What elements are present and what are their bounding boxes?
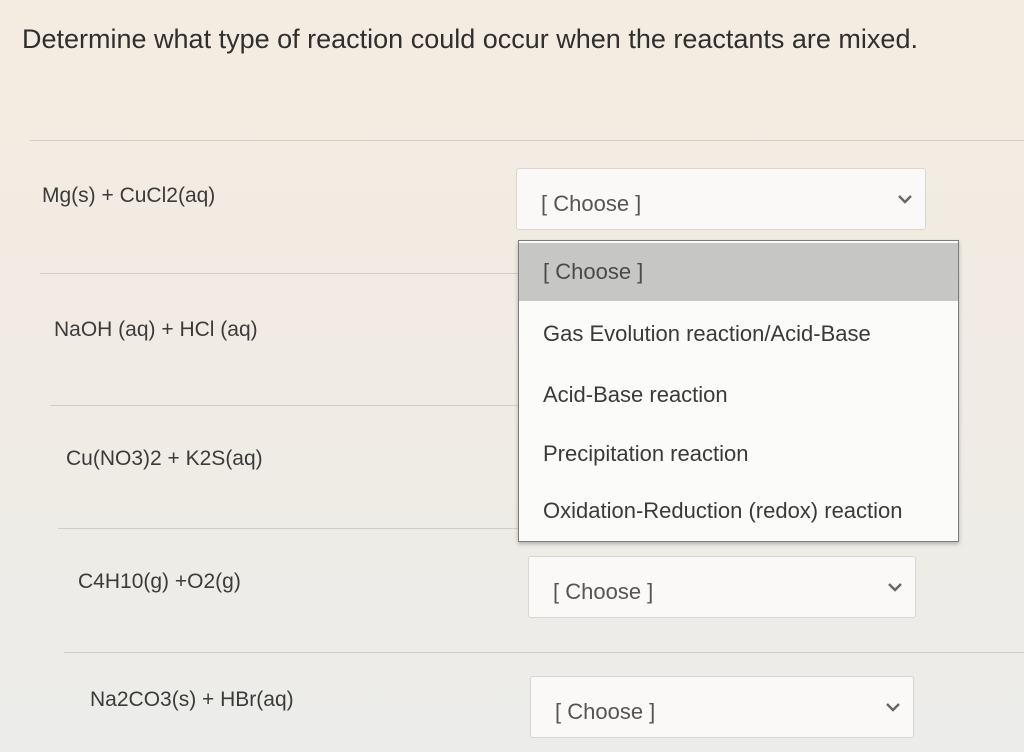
reaction-type-select-4[interactable]: [ Choose ] — [528, 556, 916, 618]
select-value: [ Choose ] — [555, 699, 656, 724]
reactants-label: NaOH (aq) + HCl (aq) — [54, 318, 258, 341]
chevron-down-icon — [898, 195, 912, 204]
reactants-label: Mg(s) + CuCl2(aq) — [42, 184, 216, 207]
reactants-label: C4H10(g) +O2(g) — [78, 570, 241, 593]
chevron-down-icon — [886, 703, 900, 712]
dropdown-option-redox[interactable]: Oxidation-Reduction (redox) reaction — [519, 482, 958, 540]
select-value: [ Choose ] — [553, 579, 654, 604]
reactants-label: Cu(NO3)2 + K2S(aq) — [66, 447, 263, 470]
dropdown-option-gas-evolution[interactable]: Gas Evolution reaction/Acid-Base — [519, 305, 958, 363]
dropdown-option-choose[interactable]: [ Choose ] — [519, 243, 958, 301]
dropdown-option-precipitation[interactable]: Precipitation reaction — [519, 425, 958, 483]
question-title: Determine what type of reaction could oc… — [22, 24, 918, 54]
dropdown-option-acid-base[interactable]: Acid-Base reaction — [519, 366, 958, 424]
select-value: [ Choose ] — [541, 191, 642, 216]
divider — [64, 652, 1024, 653]
chevron-down-icon — [888, 583, 902, 592]
divider — [50, 405, 520, 406]
reactants-label: Na2CO3(s) + HBr(aq) — [90, 688, 294, 711]
divider — [40, 273, 520, 274]
reaction-type-dropdown-menu: [ Choose ] Gas Evolution reaction/Acid-B… — [518, 240, 959, 542]
divider — [30, 140, 1024, 141]
reaction-type-select-5[interactable]: [ Choose ] — [530, 676, 914, 738]
reaction-type-select-1[interactable]: [ Choose ] — [516, 168, 926, 230]
divider — [58, 528, 524, 529]
